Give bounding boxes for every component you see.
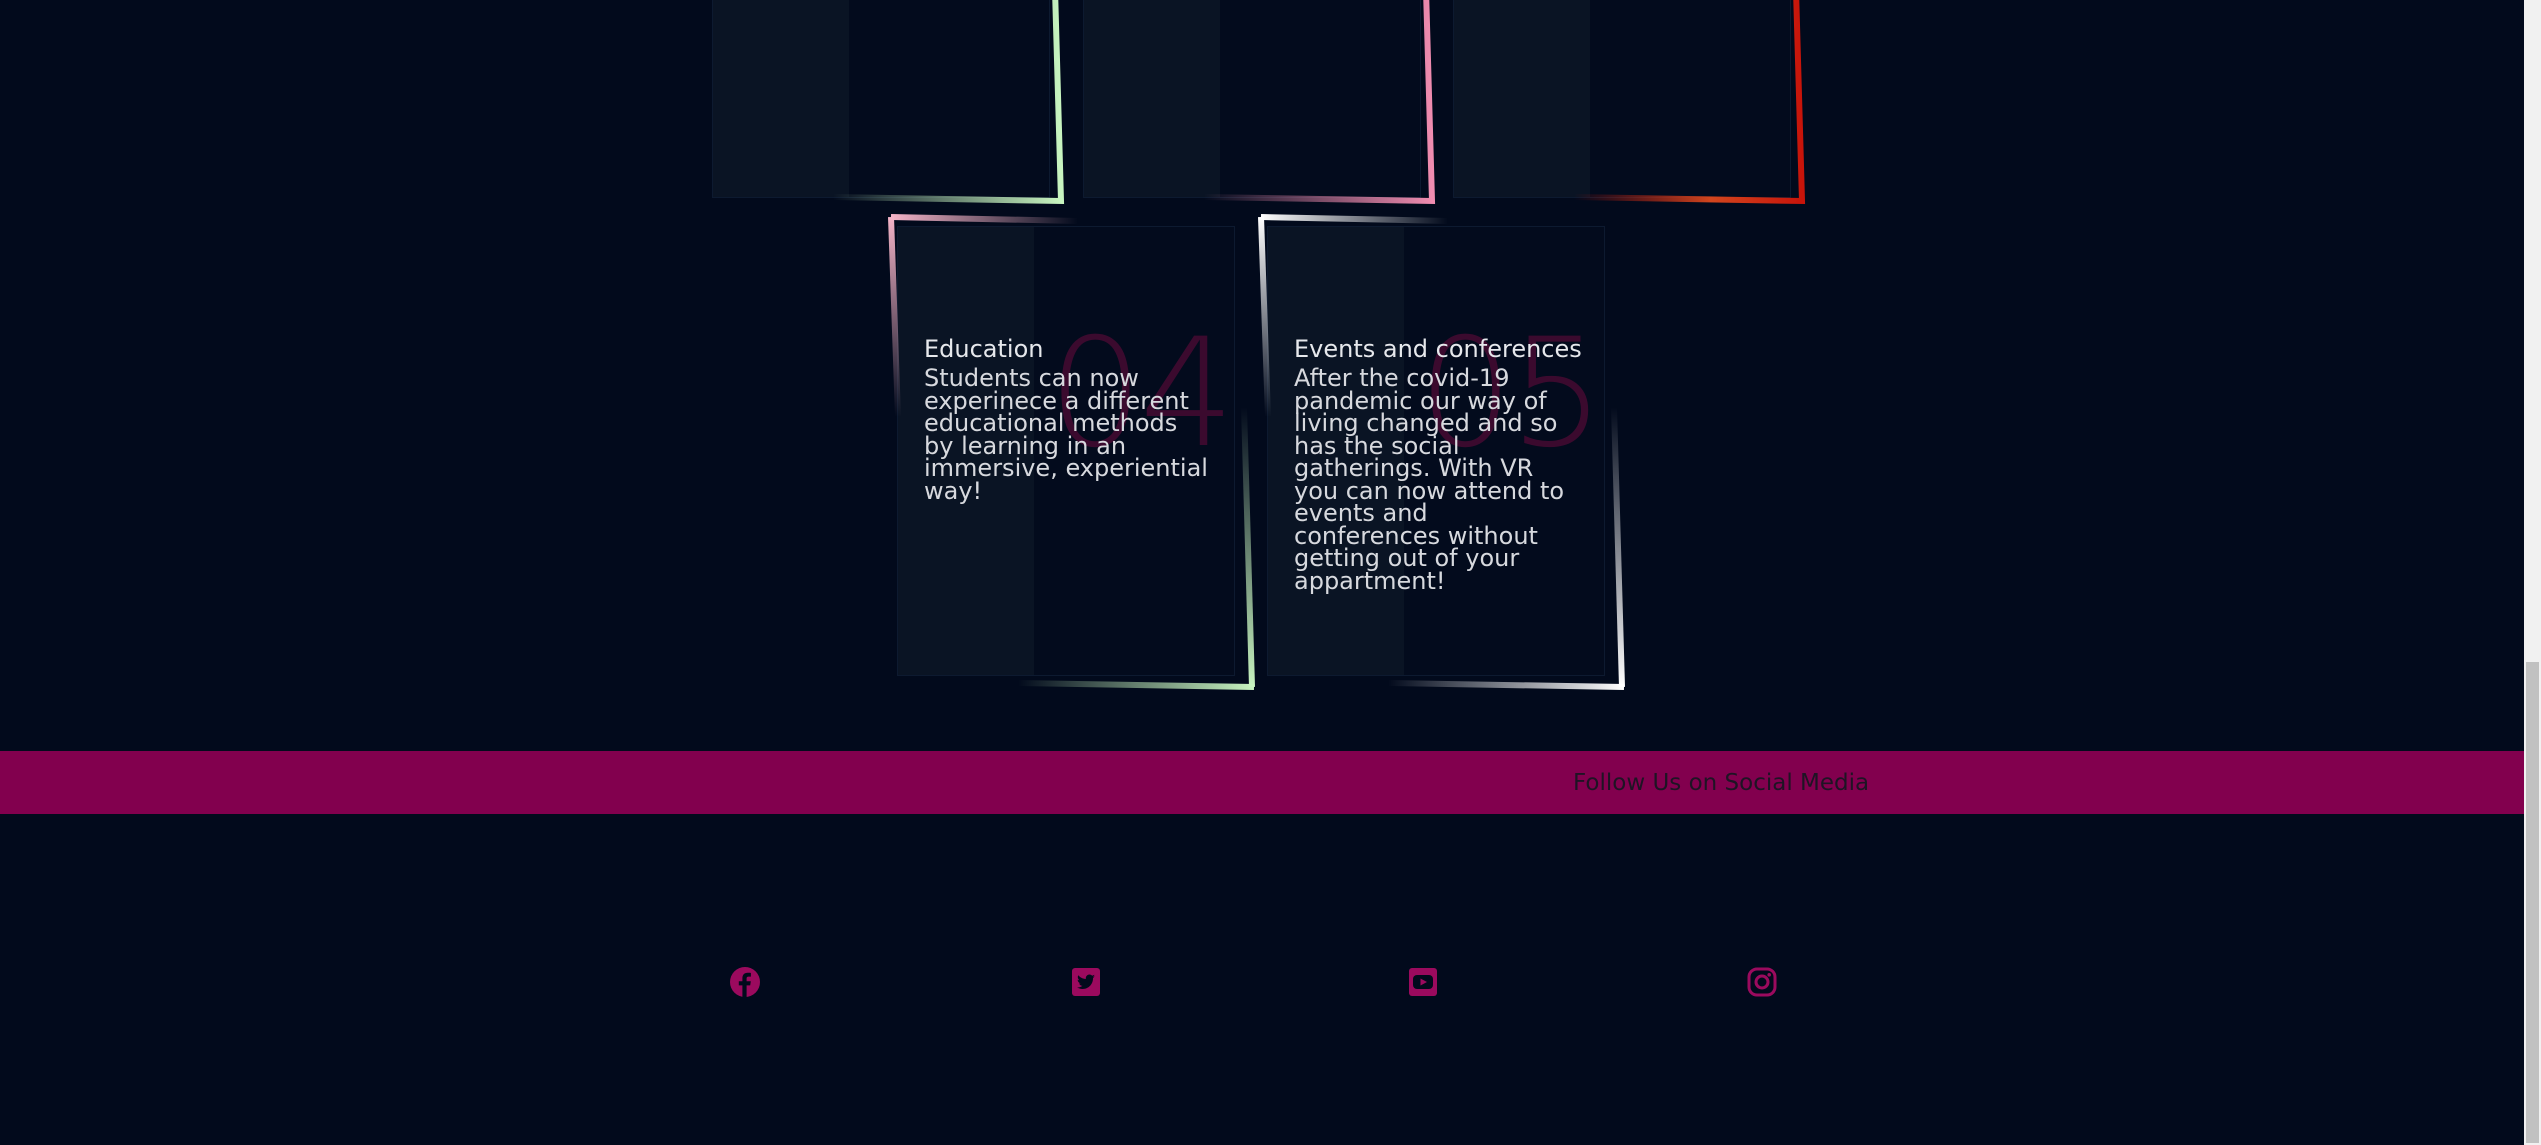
instagram-icon [1747, 967, 1777, 997]
facebook-icon [730, 967, 760, 997]
card-top-2 [1083, 0, 1436, 205]
card-frame [1573, 0, 1806, 205]
card-events[interactable]: 05 Events and conferences After the covi… [1258, 214, 1625, 690]
youtube-icon [1409, 968, 1437, 996]
card-top-1 [712, 0, 1065, 205]
follow-heading: Follow Us on Social Media [1573, 770, 1870, 796]
facebook-link[interactable] [729, 966, 761, 998]
follow-bar: Follow Us on Social Media [0, 751, 2541, 814]
card-frame [832, 0, 1065, 205]
card-frame [1203, 0, 1436, 205]
scrollbar-track[interactable] [2524, 0, 2541, 1145]
twitter-icon [1072, 968, 1100, 996]
card-frame [1258, 214, 1625, 690]
scrollbar-thumb[interactable] [2526, 662, 2539, 1143]
card-frame [888, 214, 1255, 690]
twitter-link[interactable] [1070, 966, 1102, 998]
card-education[interactable]: 04 Education Students can now experinece… [888, 214, 1255, 690]
youtube-link[interactable] [1407, 966, 1439, 998]
page: 04 Education Students can now experinece… [0, 0, 2541, 1145]
instagram-link[interactable] [1746, 966, 1778, 998]
card-top-3 [1453, 0, 1806, 205]
